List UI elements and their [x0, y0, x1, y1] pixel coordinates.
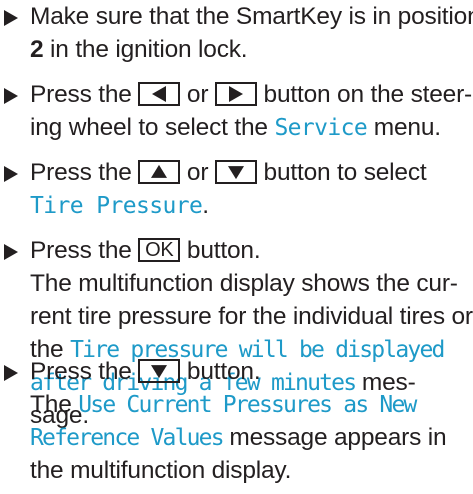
step-3-line-2: Tire Pressure.: [30, 192, 209, 219]
step-2-line-1: Press the or button on the steer-: [30, 81, 473, 108]
step-4-line-1: Press the OK button.: [30, 237, 261, 264]
right-arrow-icon: [228, 85, 243, 102]
arrow-bullet-icon: [4, 88, 18, 104]
down-button-key: [138, 358, 181, 383]
left-button-key: [138, 81, 181, 106]
step-4-line-2: The multifunction display shows the cur-: [30, 270, 458, 297]
display-message-text: Use Current Pressures as New: [78, 392, 417, 418]
tire-pressure-menu-text: Tire Pressure: [30, 193, 203, 219]
step-5-line-1: Press the button.: [30, 358, 261, 385]
position-number: 2: [30, 36, 44, 63]
step-1-line-1: Make sure that the SmartKey is in positi…: [30, 3, 473, 30]
step-5-line-3: Reference Values message appears in: [30, 424, 447, 451]
arrow-bullet-icon: [4, 365, 18, 381]
down-arrow-icon: [151, 364, 168, 378]
right-button-key: [214, 81, 257, 106]
down-arrow-icon: [227, 165, 244, 179]
display-message-text: Reference Values: [30, 425, 225, 451]
step-4-line-3: rent tire pressure for the individual ti…: [30, 303, 473, 330]
instruction-page: Make sure that the SmartKey is in positi…: [0, 0, 473, 494]
down-button-key: [214, 159, 257, 184]
ok-button-key: OK: [138, 237, 181, 262]
up-arrow-icon: [151, 164, 168, 178]
service-menu-text: Service: [274, 115, 368, 141]
left-arrow-icon: [152, 85, 167, 102]
arrow-bullet-icon: [4, 166, 18, 182]
step-1-line-2: 2 in the ignition lock.: [30, 36, 248, 63]
step-2-line-2: ing wheel to select the Service menu.: [30, 114, 441, 141]
step-3-line-1: Press the or button to select: [30, 159, 427, 186]
arrow-bullet-icon: [4, 10, 18, 26]
arrow-bullet-icon: [4, 244, 18, 260]
step-5-line-4: the multifunction display.: [30, 457, 292, 484]
up-button-key: [138, 159, 181, 184]
step-5-line-2: The Use Current Pressures as New: [30, 391, 417, 418]
